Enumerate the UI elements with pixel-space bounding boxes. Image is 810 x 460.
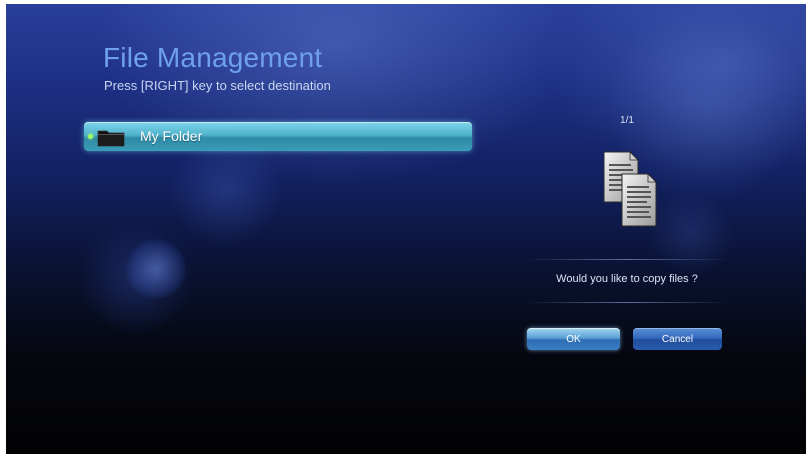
copy-files-icon — [603, 151, 657, 227]
background-bokeh — [76, 224, 196, 334]
folder-list-item-selected[interactable]: My Folder — [84, 122, 472, 151]
divider — [524, 259, 730, 260]
folder-icon — [97, 130, 125, 147]
selection-indicator-dot — [88, 134, 93, 139]
folder-name-label: My Folder — [140, 128, 203, 144]
background-bokeh — [126, 239, 186, 299]
page-title: File Management — [103, 42, 323, 73]
page-subtitle: Press [RIGHT] key to select destination — [104, 78, 331, 93]
cancel-button[interactable]: Cancel — [633, 328, 722, 350]
divider — [524, 302, 730, 303]
media-player-screen: File Management Press [RIGHT] key to sel… — [6, 4, 806, 454]
ok-button[interactable]: OK — [527, 328, 620, 350]
page-indicator: 1/1 — [620, 115, 634, 126]
copy-confirmation-prompt: Would you like to copy files ? — [556, 273, 698, 285]
